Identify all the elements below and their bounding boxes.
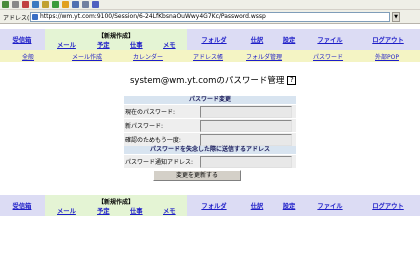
nav-logout[interactable]: ログアウト <box>356 195 420 216</box>
section-recovery-address: パスワードを失念した際に送信するアドレス <box>124 146 296 154</box>
subnav-general[interactable]: 全般 <box>22 52 34 61</box>
refresh-icon[interactable] <box>32 1 39 8</box>
home-icon[interactable] <box>42 1 49 8</box>
nav-folder[interactable]: フォルダ <box>188 29 240 50</box>
row-recovery-address: パスワード通知アドレス: <box>124 154 296 168</box>
nav-new-group: 【新規作成】 メール 予定 仕事 メモ <box>45 29 187 50</box>
subnav-folder-manage[interactable]: フォルダ管理 <box>246 52 282 61</box>
forward-icon[interactable] <box>12 1 19 8</box>
subnav-password[interactable]: パスワード <box>313 52 343 61</box>
subnav-calendar[interactable]: カレンダー <box>133 52 163 61</box>
nav-settings[interactable]: 設定 <box>274 195 304 216</box>
nav-new-task[interactable]: 仕事 <box>130 40 143 49</box>
top-nav: 受信箱 【新規作成】 メール 予定 仕事 メモ フォルダ 仕訳 設定 ファイル … <box>0 29 420 50</box>
print-icon[interactable] <box>92 1 99 8</box>
nav-new-memo[interactable]: メモ <box>163 40 176 49</box>
address-dropdown-button[interactable]: ▼ <box>392 12 400 22</box>
nav-files[interactable]: ファイル <box>305 29 355 50</box>
mail-icon[interactable] <box>82 1 89 8</box>
nav-new-memo[interactable]: メモ <box>163 206 176 215</box>
row-confirm-password: 確認のためもう一度: <box>124 132 296 146</box>
nav-files[interactable]: ファイル <box>305 195 355 216</box>
password-form: パスワード変更 現在のパスワード: 新パスワード: 確認のためもう一度: パスワ… <box>124 96 296 168</box>
help-icon[interactable]: ? <box>287 76 297 85</box>
subnav-mail-compose[interactable]: メール作成 <box>72 52 102 61</box>
nav-settings[interactable]: 設定 <box>274 29 304 50</box>
confirm-password-label: 確認のためもう一度: <box>125 137 181 144</box>
update-button[interactable]: 変更を更新する <box>153 170 241 181</box>
row-new-password: 新パスワード: <box>124 118 296 132</box>
nav-new-title: 【新規作成】 <box>97 33 134 40</box>
stop-icon[interactable] <box>22 1 29 8</box>
browser-toolbar <box>0 0 420 10</box>
nav-tasks[interactable]: 仕訳 <box>241 29 273 50</box>
bottom-nav: 受信箱 【新規作成】 メール 予定 仕事 メモ フォルダ 仕訳 設定 ファイル … <box>0 195 420 216</box>
page-icon <box>32 14 38 20</box>
history-icon[interactable] <box>72 1 79 8</box>
confirm-password-input[interactable] <box>200 133 292 146</box>
nav-new-mail[interactable]: メール <box>57 40 76 49</box>
new-password-label: 新パスワード: <box>125 123 164 130</box>
nav-tasks[interactable]: 仕訳 <box>241 195 273 216</box>
page-title-text: system@wm.yt.comのパスワード管理 <box>130 76 285 86</box>
recovery-address-label: パスワード通知アドレス: <box>125 159 194 166</box>
nav-inbox[interactable]: 受信箱 <box>0 29 44 50</box>
settings-subnav: 全般 メール作成 カレンダー アドレス帳 フォルダ管理 パスワード 外部POP <box>0 50 420 62</box>
section-password-change: パスワード変更 <box>124 96 296 104</box>
nav-new-title: 【新規作成】 <box>97 199 134 206</box>
nav-new-schedule[interactable]: 予定 <box>97 206 110 215</box>
current-password-label: 現在のパスワード: <box>125 109 176 116</box>
address-url: https://wm.yt.com:9100/Session/6-24LfKbs… <box>40 13 266 20</box>
favorites-icon[interactable] <box>62 1 69 8</box>
new-password-input[interactable] <box>200 119 292 132</box>
address-bar-row: アドレス(D) https://wm.yt.com:9100/Session/6… <box>0 10 420 24</box>
address-input[interactable]: https://wm.yt.com:9100/Session/6-24LfKbs… <box>30 12 390 22</box>
nav-new-group: 【新規作成】 メール 予定 仕事 メモ <box>45 195 187 216</box>
current-password-input[interactable] <box>200 105 292 118</box>
subnav-external-pop[interactable]: 外部POP <box>375 52 399 61</box>
nav-new-task[interactable]: 仕事 <box>130 206 143 215</box>
subnav-address-book[interactable]: アドレス帳 <box>193 52 223 61</box>
recovery-address-input[interactable] <box>200 155 292 168</box>
nav-inbox[interactable]: 受信箱 <box>0 195 44 216</box>
row-current-password: 現在のパスワード: <box>124 104 296 118</box>
back-icon[interactable] <box>2 1 9 8</box>
nav-new-mail[interactable]: メール <box>57 206 76 215</box>
nav-new-schedule[interactable]: 予定 <box>97 40 110 49</box>
nav-logout[interactable]: ログアウト <box>356 29 420 50</box>
search-icon[interactable] <box>52 1 59 8</box>
page-title: system@wm.yt.comのパスワード管理? <box>130 74 297 86</box>
nav-folder[interactable]: フォルダ <box>188 195 240 216</box>
